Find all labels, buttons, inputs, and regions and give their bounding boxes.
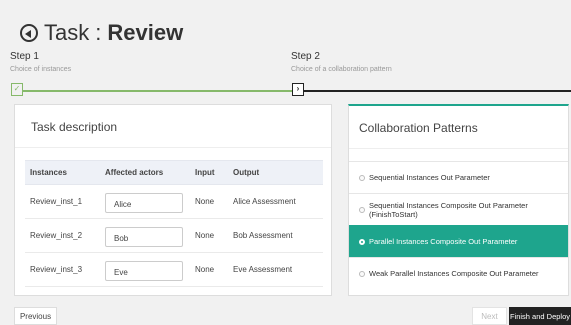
pattern-option-sequential[interactable]: Sequential Instances Out Parameter: [349, 161, 568, 193]
title-task-name: Review: [107, 20, 184, 45]
collaboration-patterns-panel: Collaboration Patterns Sequential Instan…: [348, 104, 569, 296]
table-header-row: Instances Affected actors Input Output: [25, 160, 323, 185]
table-row: Review_inst_1 Alice None Alice Assessmen…: [25, 184, 323, 219]
radio-icon[interactable]: [359, 206, 365, 213]
radio-selected-icon[interactable]: [359, 238, 365, 245]
input-cell: None: [190, 218, 228, 253]
task-description-heading: Task description: [15, 105, 331, 148]
column-header-output: Output: [228, 160, 323, 185]
affected-actor-field[interactable]: Eve: [105, 260, 183, 281]
step-1-check-icon[interactable]: ✓: [11, 83, 23, 96]
instance-cell: Review_inst_1: [25, 184, 100, 219]
pattern-list: Sequential Instances Out Parameter Seque…: [349, 161, 568, 289]
step-1-sub: Choice of instances: [10, 66, 72, 73]
affected-actor-field[interactable]: Alice: [105, 192, 183, 213]
collaboration-patterns-heading: Collaboration Patterns: [349, 106, 568, 149]
output-cell: Eve Assessment: [228, 252, 323, 287]
previous-button[interactable]: Previous: [14, 307, 57, 325]
task-description-panel: Task description Instances Affected acto…: [14, 104, 332, 296]
pattern-option-weak-parallel-composite[interactable]: Weak Parallel Instances Composite Out Pa…: [349, 257, 568, 289]
title-separator: :: [95, 20, 102, 45]
column-header-instances: Instances: [25, 160, 100, 185]
affected-actor-field[interactable]: Bob: [105, 226, 183, 247]
radio-icon[interactable]: [359, 174, 365, 181]
step-2-label: Step 2: [291, 51, 320, 62]
instance-cell: Review_inst_2: [25, 218, 100, 253]
pattern-option-sequential-composite[interactable]: Sequential Instances Composite Out Param…: [349, 193, 568, 225]
table-row: Review_inst_3 Eve None Eve Assessment: [25, 252, 323, 287]
pattern-label: Sequential Instances Out Parameter: [369, 173, 490, 182]
pattern-label: Sequential Instances Composite Out Param…: [369, 200, 528, 219]
pattern-label: Parallel Instances Composite Out Paramet…: [369, 237, 518, 246]
column-header-input: Input: [190, 160, 228, 185]
step-progress-remaining: [300, 90, 571, 92]
column-header-affected-actors: Affected actors: [100, 160, 190, 185]
table-row: Review_inst_2 Bob None Bob Assessment: [25, 218, 323, 253]
radio-icon[interactable]: [359, 270, 365, 277]
instance-cell: Review_inst_3: [25, 252, 100, 287]
step-2-marker-icon[interactable]: ›: [292, 83, 304, 96]
next-button[interactable]: Next: [472, 307, 507, 325]
page-title: Task : Review: [20, 20, 183, 46]
output-cell: Alice Assessment: [228, 184, 323, 219]
input-cell: None: [190, 184, 228, 219]
finish-and-deploy-button[interactable]: Finish and Deploy: [509, 307, 571, 325]
back-circle-icon[interactable]: [20, 24, 38, 42]
step-1-label: Step 1: [10, 51, 39, 62]
output-cell: Bob Assessment: [228, 218, 323, 253]
pattern-label: Weak Parallel Instances Composite Out Pa…: [369, 269, 539, 278]
step-progress-done: [14, 90, 297, 92]
step-2-sub: Choice of a collaboration pattern: [291, 66, 392, 73]
instances-table: Instances Affected actors Input Output R…: [25, 160, 323, 287]
pattern-option-parallel-composite[interactable]: Parallel Instances Composite Out Paramet…: [349, 225, 568, 257]
title-prefix: Task: [44, 20, 90, 45]
input-cell: None: [190, 252, 228, 287]
